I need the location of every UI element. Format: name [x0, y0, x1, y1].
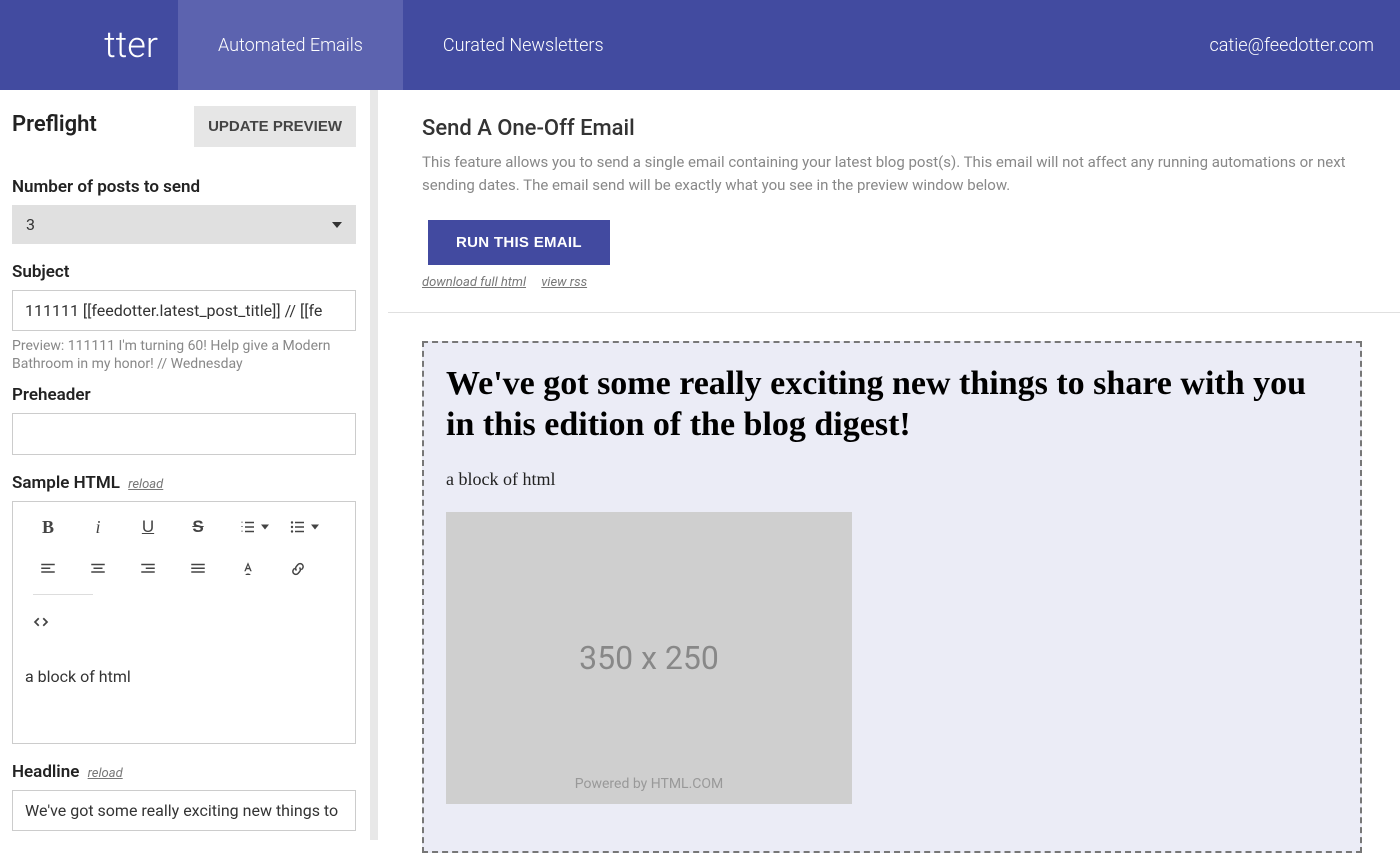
posts-selected-value: 3	[26, 215, 35, 234]
rte-toolbar: B i U S	[13, 502, 355, 653]
user-email[interactable]: catie@feedotter.com	[1210, 35, 1400, 56]
preheader-label: Preheader	[12, 385, 356, 405]
sidebar: Preflight UPDATE PREVIEW Number of posts…	[0, 90, 378, 840]
align-justify-icon	[189, 560, 207, 578]
nav-tabs: Automated Emails Curated Newsletters	[178, 0, 1210, 90]
italic-button[interactable]: i	[73, 510, 123, 544]
bold-icon: B	[42, 517, 54, 538]
divider	[388, 312, 1400, 313]
update-preview-button[interactable]: UPDATE PREVIEW	[194, 106, 356, 147]
strikethrough-icon: S	[192, 517, 203, 537]
preview-headline: We've got some really exciting new thing…	[446, 363, 1338, 446]
view-rss-link[interactable]: view rss	[541, 275, 587, 290]
subject-preview-hint: Preview: 111111 I'm turning 60! Help giv…	[12, 337, 356, 373]
top-nav: tter Automated Emails Curated Newsletter…	[0, 0, 1400, 90]
rte-content[interactable]: a block of html	[13, 653, 355, 743]
nav-tab-curated-newsletters[interactable]: Curated Newsletters	[403, 0, 644, 90]
code-view-button[interactable]	[23, 605, 59, 639]
run-email-button[interactable]: RUN THIS EMAIL	[428, 220, 610, 265]
unordered-list-button[interactable]	[273, 510, 323, 544]
posts-label: Number of posts to send	[12, 177, 356, 197]
rich-text-editor: B i U S	[12, 501, 356, 744]
logo: tter	[0, 24, 178, 66]
placeholder-attribution: Powered by HTML.COM	[575, 776, 724, 792]
posts-field: Number of posts to send 3	[12, 177, 356, 244]
ordered-list-button[interactable]	[223, 510, 273, 544]
subject-field: Subject Preview: 111111 I'm turning 60! …	[12, 262, 356, 373]
headline-input[interactable]	[12, 790, 356, 831]
strikethrough-button[interactable]: S	[173, 510, 223, 544]
headline-reload-link[interactable]: reload	[88, 766, 123, 781]
font-color-button[interactable]	[223, 552, 273, 586]
sample-html-field: Sample HTML reload B i U S	[12, 473, 356, 744]
action-links: download full html view rss	[422, 275, 1400, 290]
preview-placeholder-image: 350 x 250 Powered by HTML.COM	[446, 512, 852, 804]
main-title: Send A One-Off Email	[422, 116, 1400, 141]
caret-down-icon	[332, 222, 342, 228]
align-left-icon	[39, 560, 57, 578]
posts-dropdown[interactable]: 3	[12, 205, 356, 244]
sample-html-label-text: Sample HTML	[12, 473, 120, 493]
headline-label: Headline reload	[12, 762, 356, 782]
italic-icon: i	[95, 517, 100, 538]
nav-tab-automated-emails[interactable]: Automated Emails	[178, 0, 403, 90]
code-icon	[32, 613, 50, 631]
align-center-icon	[89, 560, 107, 578]
align-right-button[interactable]	[123, 552, 173, 586]
font-color-icon	[239, 560, 257, 578]
underline-icon: U	[142, 517, 154, 537]
link-button[interactable]	[273, 552, 323, 586]
preflight-title: Preflight	[12, 112, 97, 137]
link-icon	[289, 560, 307, 578]
preheader-input[interactable]	[12, 413, 356, 455]
download-html-link[interactable]: download full html	[422, 275, 526, 290]
main-description: This feature allows you to send a single…	[422, 151, 1362, 198]
sidebar-header: Preflight UPDATE PREVIEW	[12, 106, 356, 147]
email-preview-frame: We've got some really exciting new thing…	[422, 341, 1362, 853]
align-left-button[interactable]	[23, 552, 73, 586]
headline-label-text: Headline	[12, 762, 79, 782]
bold-button[interactable]: B	[23, 510, 73, 544]
main-panel: Send A One-Off Email This feature allows…	[378, 90, 1400, 840]
preheader-field: Preheader	[12, 385, 356, 455]
sample-html-label: Sample HTML reload	[12, 473, 356, 493]
sample-html-reload-link[interactable]: reload	[128, 477, 163, 492]
align-right-icon	[139, 560, 157, 578]
align-justify-button[interactable]	[173, 552, 223, 586]
underline-button[interactable]: U	[123, 510, 173, 544]
subject-label: Subject	[12, 262, 356, 282]
preview-html-block: a block of html	[446, 469, 1338, 490]
nav-tab-label: Curated Newsletters	[443, 35, 604, 56]
subject-input[interactable]	[12, 290, 356, 331]
unordered-list-icon	[289, 518, 307, 536]
logo-text: tter	[104, 24, 158, 66]
headline-field: Headline reload	[12, 762, 356, 831]
align-center-button[interactable]	[73, 552, 123, 586]
placeholder-dimensions: 350 x 250	[579, 639, 719, 677]
ordered-list-icon	[239, 518, 257, 536]
nav-tab-label: Automated Emails	[218, 35, 363, 56]
